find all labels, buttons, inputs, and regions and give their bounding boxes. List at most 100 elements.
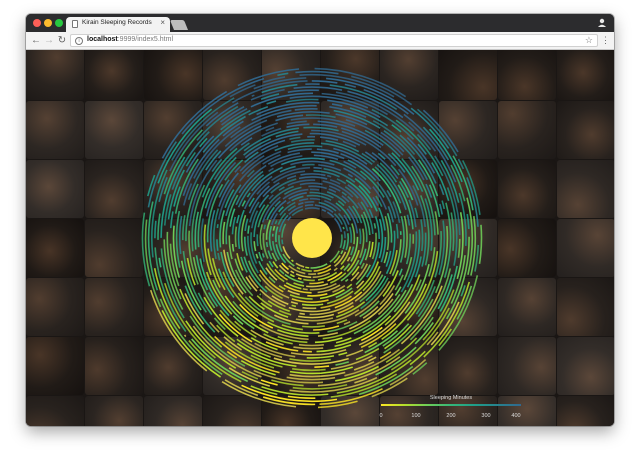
sleep-record-arc [395, 223, 399, 239]
sleep-record-arc [182, 215, 186, 241]
sleep-record-arc [286, 376, 336, 381]
legend: Sleeping Minutes 0 100 200 300 400 [376, 395, 526, 425]
sleep-record-arc [261, 253, 265, 258]
sleep-record-arc [286, 175, 297, 180]
sleep-record-arc [290, 259, 294, 263]
sleep-record-arc [307, 293, 328, 297]
tab-active[interactable]: Kirain Sleeping Records × [66, 17, 170, 32]
sleep-record-arc [321, 208, 327, 213]
sleep-record-arc [263, 224, 267, 230]
sleep-record-arc [268, 260, 274, 268]
sleep-record-arc [334, 251, 347, 267]
sleep-record-arc [438, 220, 446, 275]
sleep-record-arc [301, 303, 324, 306]
minimize-window-button[interactable] [44, 19, 52, 27]
sleep-record-arc [231, 216, 237, 235]
sleep-record-arc [212, 208, 220, 260]
sleep-record-arc [295, 262, 305, 268]
sleep-record-arc [342, 240, 346, 250]
sleep-record-arc [277, 72, 289, 77]
sleep-record-arc [293, 282, 305, 287]
sleep-record-arc [228, 235, 233, 260]
bookmark-star-icon[interactable]: ☆ [585, 35, 593, 46]
sleep-record-arc [414, 207, 419, 219]
sleep-record-arc [231, 243, 235, 252]
sleep-record-arc [304, 200, 315, 204]
sleep-record-arc [301, 268, 312, 272]
info-icon[interactable]: i [75, 37, 83, 45]
sleep-record-arc [303, 278, 315, 282]
sleep-record-arc [234, 226, 238, 248]
url-text[interactable]: localhost:9999/index5.html [87, 36, 173, 43]
sleep-record-arc [383, 251, 389, 264]
sleep-record-arc [346, 208, 359, 234]
sleep-record-arc [268, 167, 274, 172]
sleep-record-arc [403, 215, 408, 258]
sleep-record-arc [258, 251, 264, 262]
sleep-record-arc [326, 211, 335, 218]
sleep-record-arc [289, 358, 331, 362]
sleep-record-arc [244, 218, 249, 231]
sleep-record-arc [309, 188, 320, 191]
sleep-record-arc [346, 256, 351, 262]
sleep-record-arc [313, 166, 322, 170]
sleep-record-arc [346, 349, 364, 357]
sleep-record-arc [278, 186, 285, 192]
sleep-record-arc [309, 197, 321, 201]
sleep-record-arc [311, 80, 338, 84]
sleep-record-arc [339, 234, 343, 249]
sleep-record-arc [295, 317, 334, 322]
sleep-record-arc [247, 225, 250, 234]
sleep-record-arc [373, 223, 377, 229]
sleep-record-arc [255, 253, 259, 259]
tab-close-icon[interactable]: × [160, 18, 165, 27]
sleep-record-arc [299, 312, 305, 315]
sleep-record-arc [302, 163, 315, 167]
maximize-window-button[interactable] [55, 19, 63, 27]
sleep-record-arc [251, 94, 255, 98]
sleep-record-arc [290, 139, 315, 143]
reload-icon[interactable]: ↻ [56, 34, 68, 47]
sleep-record-arc [287, 148, 312, 154]
sleep-record-arc [345, 233, 349, 251]
sleep-record-arc [326, 174, 332, 178]
sleep-record-arc [439, 203, 443, 215]
sleep-record-arc [342, 226, 345, 230]
new-tab-button[interactable] [169, 20, 189, 30]
sleep-record-arc [364, 330, 399, 354]
close-window-button[interactable] [33, 19, 41, 27]
back-icon[interactable]: ← [30, 34, 42, 47]
sleep-record-arc [371, 151, 399, 179]
sleep-record-arc [302, 306, 317, 310]
sleep-record-arc [298, 198, 309, 202]
sleep-record-arc [343, 321, 351, 326]
tab-title: Kirain Sleeping Records [82, 19, 152, 26]
sleep-record-arc [268, 225, 273, 251]
address-bar[interactable]: i localhost:9999/index5.html ☆ [70, 34, 598, 47]
browser-menu-icon[interactable]: ⋮ [601, 34, 610, 47]
profile-icon[interactable] [596, 17, 608, 29]
sleep-record-arc [397, 168, 419, 206]
sleep-record-arc [360, 262, 365, 269]
sleep-record-arc [300, 173, 326, 177]
sleep-record-arc [272, 225, 276, 231]
sleep-record-arc [406, 214, 411, 226]
sleep-record-arc [331, 103, 343, 107]
sleep-record-arc [324, 199, 342, 212]
sleep-record-arc [344, 83, 357, 88]
sleep-record-arc [457, 238, 461, 258]
sleep-record-arc [275, 226, 279, 243]
sleep-record-arc [339, 265, 345, 270]
sleep-record-arc [287, 89, 319, 93]
sleep-record-arc [317, 331, 339, 337]
url-path: :9999/index5.html [117, 36, 173, 43]
sleep-record-arc [183, 334, 187, 338]
sleep-record-arc [289, 136, 301, 141]
sleep-record-arc [346, 283, 353, 289]
sleep-spiral-chart [141, 67, 483, 409]
sleep-record-arc [281, 223, 287, 238]
forward-icon[interactable]: → [43, 34, 55, 47]
legend-tick-100: 100 [411, 413, 421, 419]
sleep-record-arc [348, 226, 353, 243]
sleep-record-arc [281, 239, 284, 245]
